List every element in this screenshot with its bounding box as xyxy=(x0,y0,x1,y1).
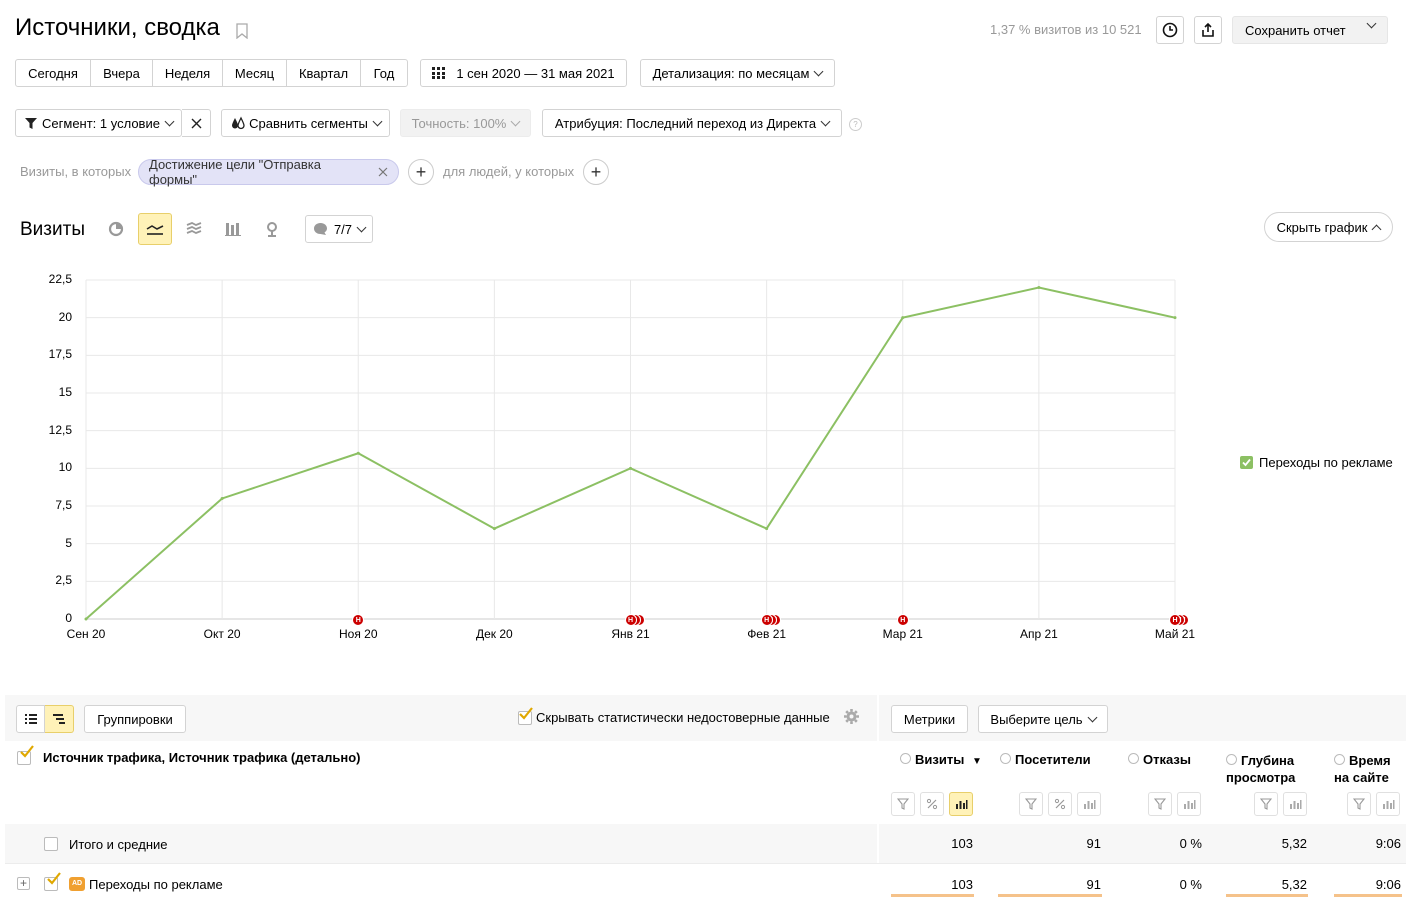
share-bar xyxy=(891,894,974,897)
filter-icon[interactable] xyxy=(891,792,915,816)
list-view-button[interactable] xyxy=(16,705,45,733)
cell-visits: 103 xyxy=(951,877,973,892)
legend-item[interactable]: Переходы по рекламе xyxy=(1240,455,1393,470)
data-point xyxy=(901,316,905,320)
percent-icon[interactable] xyxy=(920,792,944,816)
cell-time: 9:06 xyxy=(1375,836,1401,851)
bar-chart-icon[interactable] xyxy=(1177,792,1201,816)
filter-icon[interactable] xyxy=(1019,792,1043,816)
help-icon[interactable] xyxy=(1334,754,1345,765)
groupings-button[interactable]: Группировки xyxy=(84,705,186,733)
share-bar xyxy=(998,894,1102,897)
bar-chart-icon[interactable] xyxy=(949,792,973,816)
share-bar xyxy=(1226,894,1308,897)
hide-unreliable-checkbox[interactable]: Скрывать статистически недостоверные дан… xyxy=(518,707,830,725)
checkmark-icon xyxy=(47,872,61,885)
data-point xyxy=(220,496,224,500)
cell-visitors: 91 xyxy=(1086,877,1101,892)
data-point xyxy=(356,451,360,455)
tree-icon xyxy=(53,714,65,724)
help-icon[interactable] xyxy=(900,753,911,764)
choose-goal-dropdown[interactable]: Выберите цель xyxy=(978,705,1108,733)
data-point xyxy=(492,527,496,531)
cell-bounces: 0 % xyxy=(1179,836,1202,851)
ad-badge-icon: AD xyxy=(69,877,85,891)
column-header-depth[interactable]: Глубина просмотра xyxy=(1226,752,1295,786)
filter-icon[interactable] xyxy=(1254,792,1278,816)
visits-line-chart xyxy=(84,279,1177,621)
data-point xyxy=(84,617,88,621)
filter-icon[interactable] xyxy=(1347,792,1371,816)
percent-icon[interactable] xyxy=(1048,792,1072,816)
row-separator xyxy=(5,863,1406,864)
bar-chart-icon[interactable] xyxy=(1077,792,1101,816)
cell-depth: 5,32 xyxy=(1281,836,1307,851)
metrics-button[interactable]: Метрики xyxy=(891,705,968,733)
row-label: Итого и средние xyxy=(69,837,168,852)
data-point xyxy=(629,466,632,470)
column-header-time[interactable]: Время на сайте xyxy=(1334,752,1391,786)
cell-visits: 103 xyxy=(951,836,973,851)
dimension-header: Источник трафика, Источник трафика (дета… xyxy=(17,745,361,765)
list-icon xyxy=(24,714,37,724)
column-header-visitors[interactable]: Посетители xyxy=(1000,752,1091,767)
share-bar xyxy=(1334,894,1402,897)
gear-icon[interactable] xyxy=(843,708,860,728)
data-point xyxy=(765,527,769,531)
checkbox-checked-icon xyxy=(1240,456,1253,469)
cell-visitors: 91 xyxy=(1086,836,1101,851)
expand-icon[interactable]: + xyxy=(17,877,30,890)
help-icon[interactable] xyxy=(1128,753,1139,764)
bar-chart-icon[interactable] xyxy=(1376,792,1400,816)
tree-view-button[interactable] xyxy=(45,705,74,733)
help-icon[interactable] xyxy=(1000,753,1011,764)
column-header-bounces[interactable]: Отказы xyxy=(1128,752,1191,767)
chevron-down-icon xyxy=(1087,712,1098,722)
column-header-visits[interactable]: Визиты ▼ xyxy=(900,752,982,767)
cell-time: 9:06 xyxy=(1375,877,1401,892)
data-point xyxy=(1037,286,1041,290)
bar-chart-icon[interactable] xyxy=(1283,792,1307,816)
filter-icon[interactable] xyxy=(1148,792,1172,816)
cell-bounces: 0 % xyxy=(1179,877,1202,892)
row-checkbox[interactable] xyxy=(44,837,58,851)
sort-desc-icon: ▼ xyxy=(971,756,982,767)
data-point xyxy=(1173,316,1177,320)
cell-depth: 5,32 xyxy=(1281,877,1307,892)
help-icon[interactable] xyxy=(1226,754,1237,765)
row-label[interactable]: Переходы по рекламе xyxy=(89,877,223,892)
